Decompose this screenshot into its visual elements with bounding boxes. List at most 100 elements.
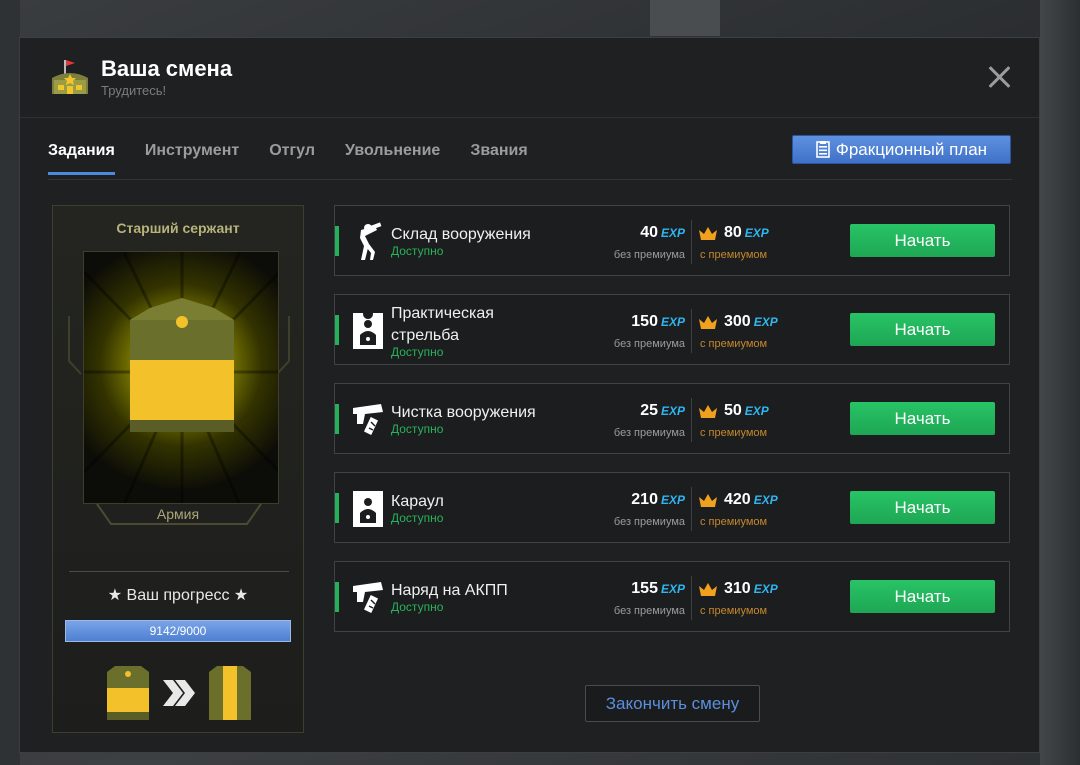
exp-unit: EXP [660,493,685,507]
exp-unit: EXP [660,226,685,240]
clipboard-icon [816,141,830,158]
crown-icon [699,404,717,418]
rank-card [83,251,279,504]
reward-divider [691,220,692,264]
rank-panel: Старший сержант Армия ★ Ваш прогресс ★ 9… [52,205,304,733]
tab-tasks[interactable]: Задания [48,142,115,175]
task-row: Караул Доступно 210 EXP без премиума 420 E… [334,472,1010,543]
shooting-target-icon [353,311,383,349]
dialog-title: Ваша смена [101,56,233,81]
panel-divider [69,571,289,572]
progress-label: ★ Ваш прогресс ★ [107,587,249,604]
start-button[interactable]: Начать [850,491,995,524]
tab-tools[interactable]: Инструмент [145,142,239,175]
crown-icon [699,493,717,507]
exp-reward: 150 EXP [631,313,685,330]
task-name: Чистка вооружения [391,404,536,421]
exp-reward: 25 EXP [640,402,685,419]
exp-premium-reward: 300 EXP [698,313,778,331]
pistol-cleaning-icon [353,582,383,613]
base-building-icon [52,60,88,94]
close-icon[interactable] [986,64,1012,90]
crown-icon [699,582,717,596]
exp-reward: 155 EXP [631,580,685,597]
premium-label: с премиумом [700,338,768,350]
no-premium-label: без премиума [613,427,685,439]
task-status: Доступно [391,600,444,614]
premium-label: с премиумом [700,427,768,439]
exp-unit: EXP [744,226,769,240]
reward-divider [691,487,692,531]
exp-unit: EXP [753,493,778,507]
task-name: Караул [391,493,444,510]
available-indicator [335,493,339,523]
exp-reward: 40 EXP [640,224,685,241]
exp-unit: EXP [660,315,685,329]
premium-label: с премиумом [700,249,768,261]
available-indicator [335,404,339,434]
reward-divider [691,398,692,442]
tabs-divider [48,179,1012,180]
available-indicator [335,582,339,612]
task-name: Наряд на АКПП [391,582,508,599]
start-button[interactable]: Начать [850,580,995,613]
task-row: Склад вооружения Доступно 40 EXP без прем… [334,205,1010,276]
progress-bar: 9142/9000 [65,620,291,642]
exp-unit: EXP [660,404,685,418]
premium-label: с премиумом [700,516,768,528]
crown-icon [699,226,717,240]
tab-day-off[interactable]: Отгул [269,142,315,175]
no-premium-label: без премиума [613,249,685,261]
task-status: Доступно [391,345,444,359]
exp-unit: EXP [744,404,769,418]
tab-ranks[interactable]: Звания [470,142,527,175]
task-row: Наряд на АКПП Доступно 155 EXP без премиу… [334,561,1010,632]
shift-dialog: Ваша смена Трудитесь! Задания Инструмент… [19,37,1040,753]
faction-name: Армия [156,506,200,522]
header-divider [20,117,1039,118]
exp-unit: EXP [753,315,778,329]
soldier-carrying-icon [360,222,382,260]
tab-bar: Задания Инструмент Отгул Увольнение Зван… [48,142,558,175]
start-button[interactable]: Начать [850,313,995,346]
faction-plan-button[interactable]: Фракционный план [792,135,1011,164]
crown-icon [699,315,717,329]
rank-name: Старший сержант [116,220,240,236]
tab-resignation[interactable]: Увольнение [345,142,440,175]
task-row: Чистка вооружения Доступно 25 EXP без пре… [334,383,1010,454]
dialog-subtitle: Трудитесь! [101,83,167,98]
task-row: Практическая стрельба Доступно 150 EXP бе… [334,294,1010,365]
start-button[interactable]: Начать [850,402,995,435]
exp-unit: EXP [660,582,685,596]
start-button[interactable]: Начать [850,224,995,257]
next-rank-icon [209,666,251,720]
premium-label: с премиумом [700,605,768,617]
no-premium-label: без премиума [613,516,685,528]
reward-divider [691,309,692,353]
progress-text: 9142/9000 [149,624,207,638]
task-name: Склад вооружения [391,226,531,243]
exp-reward: 210 EXP [631,491,685,508]
task-status: Доступно [391,244,444,258]
finish-shift-button[interactable]: Закончить смену [585,685,760,722]
exp-premium-reward: 80 EXP [698,224,769,242]
shooting-target-icon [353,491,383,527]
rank-insignia-icon [84,252,278,503]
available-indicator [335,226,339,256]
task-status: Доступно [391,422,444,436]
exp-premium-reward: 50 EXP [698,402,769,420]
current-rank-icon [107,666,149,720]
exp-premium-reward: 310 EXP [698,580,778,598]
no-premium-label: без премиума [613,605,685,617]
exp-premium-reward: 420 EXP [698,491,778,509]
chevrons-right-icon [163,680,195,706]
task-name: Практическая стрельба [391,305,494,344]
faction-plan-label: Фракционный план [835,139,988,159]
exp-unit: EXP [753,582,778,596]
rank-upgrade-preview [103,662,263,722]
available-indicator [335,315,339,345]
reward-divider [691,576,692,620]
no-premium-label: без премиума [613,338,685,350]
task-status: Доступно [391,511,444,525]
pistol-cleaning-icon [353,404,383,435]
